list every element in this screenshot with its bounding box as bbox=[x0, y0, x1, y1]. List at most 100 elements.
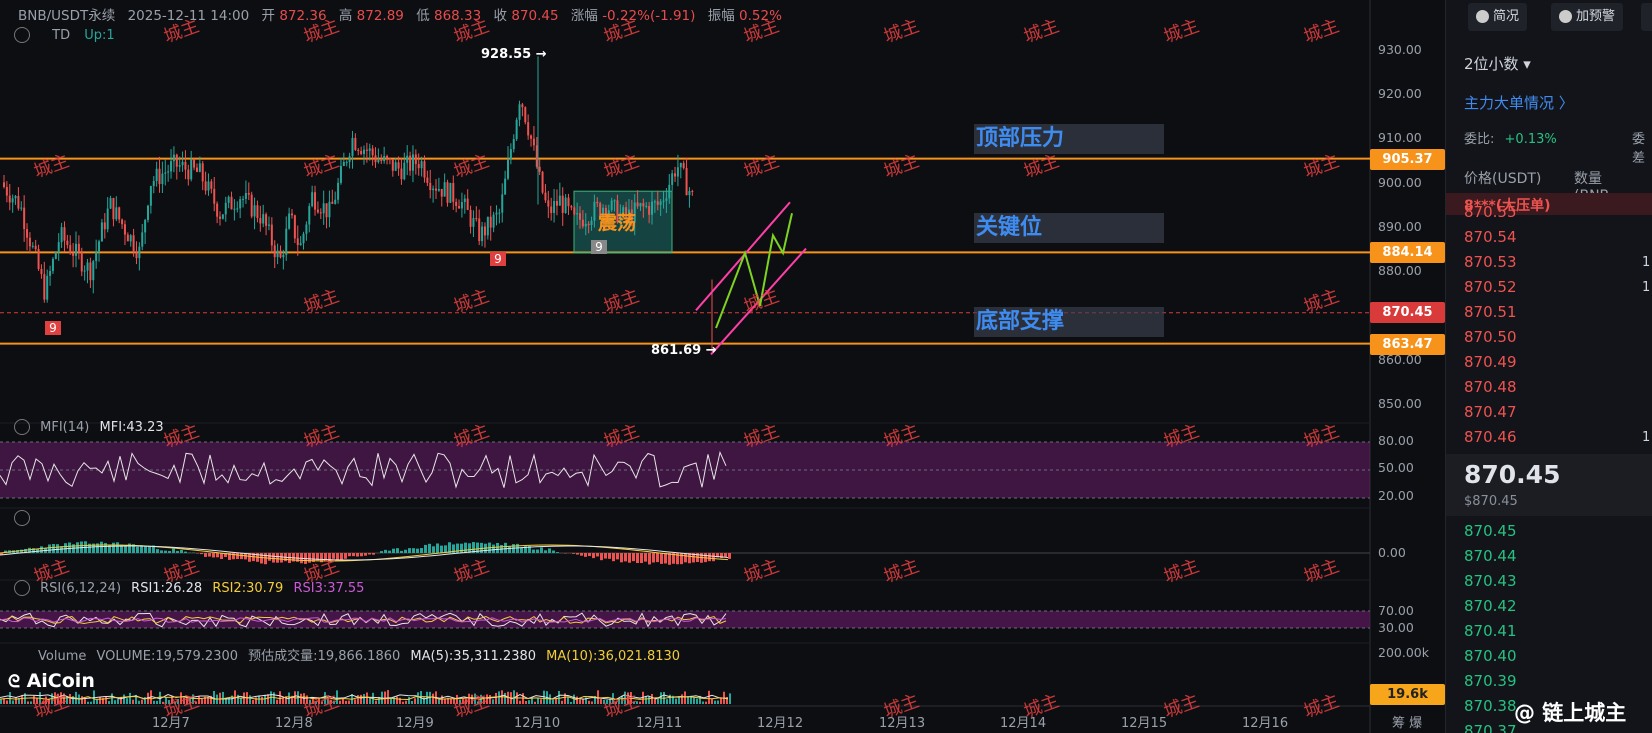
volume-bar bbox=[108, 701, 110, 704]
candle-body bbox=[342, 162, 345, 166]
candle-body bbox=[3, 182, 5, 187]
bid-price[interactable]: 870.38 bbox=[1464, 697, 1517, 715]
candle-body bbox=[420, 161, 423, 169]
indicator-name[interactable]: TD bbox=[52, 28, 70, 43]
volume-bar bbox=[588, 700, 590, 704]
candle-body bbox=[406, 155, 409, 163]
more-button[interactable] bbox=[1641, 3, 1652, 31]
macd-bar bbox=[344, 553, 347, 559]
ask-price[interactable]: 870.54 bbox=[1464, 228, 1517, 246]
candlestick-chart[interactable] bbox=[0, 0, 1445, 733]
volume-bar bbox=[57, 693, 59, 704]
volume-bar bbox=[684, 691, 686, 704]
macd-bar bbox=[584, 553, 587, 557]
macd-bar bbox=[728, 553, 731, 559]
alert-button[interactable]: 加预警 bbox=[1551, 3, 1624, 31]
candle-body bbox=[443, 182, 446, 197]
candle-body bbox=[31, 245, 34, 247]
bid-price[interactable]: 870.43 bbox=[1464, 572, 1517, 590]
volume-bar bbox=[69, 693, 71, 704]
candle-body bbox=[273, 245, 276, 258]
candle-body bbox=[639, 203, 642, 207]
price-tick: 930.00 bbox=[1378, 42, 1422, 57]
macd-bar bbox=[52, 543, 55, 553]
bid-price[interactable]: 870.39 bbox=[1464, 672, 1517, 690]
change-label: 涨幅 bbox=[570, 8, 598, 24]
volume-bar bbox=[693, 697, 695, 704]
candle-body bbox=[409, 155, 412, 171]
mfi-tick: 50.00 bbox=[1378, 460, 1414, 475]
symbol-label[interactable]: BNB/USDT永续 bbox=[18, 8, 115, 24]
volume-ma10: MA(10):36,021.8130 bbox=[546, 649, 681, 664]
collapse-icon[interactable] bbox=[14, 419, 30, 435]
candle-body bbox=[316, 209, 319, 213]
rsi-title[interactable]: RSI(6,12,24) bbox=[40, 581, 121, 596]
volume-bar bbox=[606, 699, 608, 704]
ask-price[interactable]: 870.51 bbox=[1464, 303, 1517, 321]
x-right-label[interactable]: 筹 爆 bbox=[1392, 712, 1422, 731]
ask-price[interactable]: 870.50 bbox=[1464, 328, 1517, 346]
candle-body bbox=[391, 159, 394, 171]
macd-bar bbox=[216, 553, 219, 558]
candle-body bbox=[348, 156, 351, 162]
ask-price[interactable]: 870.53 bbox=[1464, 253, 1517, 271]
decimals-select[interactable]: 2位小数 ▾ bbox=[1464, 53, 1531, 74]
col-price[interactable]: 价格(USDT) bbox=[1464, 171, 1541, 187]
bid-price[interactable]: 870.45 bbox=[1464, 522, 1517, 540]
macd-bar bbox=[708, 553, 711, 562]
macd-bar bbox=[460, 543, 463, 553]
candle-body bbox=[149, 186, 152, 206]
candle-body bbox=[679, 163, 682, 168]
bid-price[interactable]: 870.42 bbox=[1464, 597, 1517, 615]
macd-bar bbox=[520, 547, 523, 553]
bid-price[interactable]: 870.37 bbox=[1464, 722, 1517, 733]
ask-price[interactable]: 870.48 bbox=[1464, 378, 1517, 396]
ask-price[interactable]: 870.52 bbox=[1464, 278, 1517, 296]
candle-body bbox=[570, 206, 573, 208]
bid-price[interactable]: 870.40 bbox=[1464, 647, 1517, 665]
ask-price[interactable]: 870.49 bbox=[1464, 353, 1517, 371]
candle-body bbox=[550, 206, 553, 213]
macd-expand-icon[interactable] bbox=[14, 510, 30, 530]
macd-bar bbox=[432, 546, 435, 553]
bell-icon[interactable] bbox=[14, 580, 30, 596]
volume-bar bbox=[357, 695, 359, 704]
macd-bar bbox=[168, 550, 171, 553]
volume-bar bbox=[129, 692, 131, 704]
ask-price[interactable]: 870.46 bbox=[1464, 428, 1517, 446]
indicator-info: TD Up:1 bbox=[14, 27, 115, 43]
volume-title[interactable]: Volume bbox=[38, 649, 86, 664]
candle-body bbox=[40, 268, 43, 275]
macd-bar bbox=[40, 546, 43, 553]
volume-bar bbox=[174, 701, 176, 704]
mfi-title[interactable]: MFI(14) bbox=[40, 420, 89, 435]
ask-price[interactable]: 870.47 bbox=[1464, 403, 1517, 421]
volume-bar bbox=[156, 700, 158, 704]
candle-body bbox=[334, 199, 337, 204]
macd-bar bbox=[48, 544, 51, 553]
volume-bar bbox=[525, 700, 527, 704]
macd-bar bbox=[212, 553, 215, 558]
brief-button[interactable]: 简况 bbox=[1468, 3, 1528, 31]
big-orders-link[interactable]: 主力大单情况 〉 bbox=[1464, 92, 1574, 113]
volume-bar bbox=[240, 698, 242, 704]
candle-body bbox=[642, 203, 645, 207]
candle-body bbox=[518, 104, 521, 120]
candle-body bbox=[77, 243, 80, 253]
bid-price[interactable]: 870.44 bbox=[1464, 547, 1517, 565]
price-tick: 900.00 bbox=[1378, 175, 1422, 190]
candle-body bbox=[492, 214, 495, 228]
volume-bar bbox=[624, 691, 626, 704]
settings-icon[interactable] bbox=[14, 27, 30, 43]
macd-bar bbox=[668, 553, 671, 565]
candle-body bbox=[80, 252, 83, 272]
x-tick: 12月15 bbox=[1121, 716, 1168, 731]
chart-area[interactable]: BNB/USDT永续 2025-12-11 14:00 开 872.36 高 8… bbox=[0, 0, 1445, 733]
bid-price[interactable]: 870.41 bbox=[1464, 622, 1517, 640]
candle-body bbox=[659, 201, 662, 205]
candle-body bbox=[515, 119, 518, 140]
candle-body bbox=[216, 203, 219, 217]
ask-price[interactable]: 870.55 bbox=[1464, 203, 1517, 221]
candle-body bbox=[651, 201, 653, 215]
volume-bar bbox=[255, 697, 257, 704]
